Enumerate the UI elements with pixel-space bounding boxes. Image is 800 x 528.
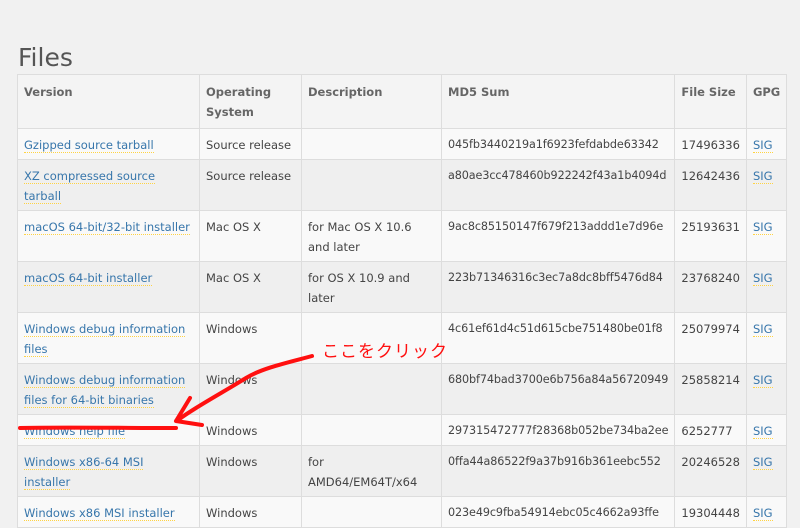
table-row: Gzipped source tarball Source release 045f… xyxy=(18,129,787,160)
md5-cell: a80ae3cc478460b922242f43a1b4094d xyxy=(442,160,675,211)
os-cell: Mac OS X xyxy=(200,262,302,313)
header-version: Version xyxy=(18,75,200,129)
os-cell: Source release xyxy=(200,160,302,211)
gpg-link[interactable]: SIG xyxy=(753,138,773,153)
gpg-cell: SIG xyxy=(746,415,786,446)
size-cell: 25193631 xyxy=(675,211,747,262)
os-cell: Windows xyxy=(200,364,302,415)
version-link[interactable]: macOS 64-bit installer xyxy=(24,271,152,286)
version-cell: macOS 64-bit installer xyxy=(18,262,200,313)
description-cell xyxy=(302,497,442,528)
size-cell: 25079974 xyxy=(675,313,747,364)
md5-cell: 223b71346316c3ec7a8dc8bff5476d84 xyxy=(442,262,675,313)
gpg-cell: SIG xyxy=(746,262,786,313)
md5-cell: 0ffa44a86522f9a37b916b361eebc552 xyxy=(442,446,675,497)
description-cell xyxy=(302,364,442,415)
header-gpg: GPG xyxy=(746,75,786,129)
size-cell: 19304448 xyxy=(675,497,747,528)
table-header-row: Version Operating System Description MD5… xyxy=(18,75,787,129)
version-cell: Gzipped source tarball xyxy=(18,129,200,160)
description-cell: for AMD64/EM64T/x64 xyxy=(302,446,442,497)
gpg-link[interactable]: SIG xyxy=(753,271,773,286)
version-cell: Windows x86 MSI installer xyxy=(18,497,200,528)
header-md5-sum: MD5 Sum xyxy=(442,75,675,129)
size-cell: 17496336 xyxy=(675,129,747,160)
table-row: macOS 64-bit/32-bit installer Mac OS Xfor… xyxy=(18,211,787,262)
header-file-size: File Size xyxy=(675,75,747,129)
version-link[interactable]: Windows help file xyxy=(24,424,125,439)
size-cell: 25858214 xyxy=(675,364,747,415)
description-cell xyxy=(302,415,442,446)
version-link[interactable]: Windows x86 MSI installer xyxy=(24,506,175,521)
os-cell: Windows xyxy=(200,446,302,497)
os-cell: Source release xyxy=(200,129,302,160)
table-row: Windows debug information files for 64-b… xyxy=(18,364,787,415)
version-cell: XZ compressed source tarball xyxy=(18,160,200,211)
os-cell: Mac OS X xyxy=(200,211,302,262)
md5-cell: 4c61ef61d4c51d615cbe751480be01f8 xyxy=(442,313,675,364)
table-row: Windows x86-64 MSI installer Windowsfor A… xyxy=(18,446,787,497)
gpg-cell: SIG xyxy=(746,211,786,262)
description-cell xyxy=(302,160,442,211)
version-link[interactable]: XZ compressed source tarball xyxy=(24,169,155,204)
page-title: Files xyxy=(18,43,73,72)
gpg-cell: SIG xyxy=(746,446,786,497)
gpg-cell: SIG xyxy=(746,364,786,415)
description-cell: for OS X 10.9 and later xyxy=(302,262,442,313)
files-table: Version Operating System Description MD5… xyxy=(17,74,787,528)
gpg-link[interactable]: SIG xyxy=(753,373,773,388)
gpg-cell: SIG xyxy=(746,129,786,160)
annotation-text: ここをクリック xyxy=(322,337,448,362)
version-link[interactable]: Windows x86-64 MSI installer xyxy=(24,455,143,490)
md5-cell: 045fb3440219a1f6923fefdabde63342 xyxy=(442,129,675,160)
header-description: Description xyxy=(302,75,442,129)
version-link[interactable]: Windows debug information files xyxy=(24,322,185,357)
gpg-cell: SIG xyxy=(746,160,786,211)
size-cell: 12642436 xyxy=(675,160,747,211)
table-row: Windows x86 MSI installer Windows 023e49c9… xyxy=(18,497,787,528)
version-cell: Windows help file xyxy=(18,415,200,446)
size-cell: 6252777 xyxy=(675,415,747,446)
version-cell: Windows debug information files xyxy=(18,313,200,364)
gpg-cell: SIG xyxy=(746,313,786,364)
version-link[interactable]: Windows debug information files for 64-b… xyxy=(24,373,185,408)
os-cell: Windows xyxy=(200,313,302,364)
gpg-link[interactable]: SIG xyxy=(753,169,773,184)
description-cell xyxy=(302,129,442,160)
table-row: XZ compressed source tarball Source relea… xyxy=(18,160,787,211)
version-cell: Windows x86-64 MSI installer xyxy=(18,446,200,497)
md5-cell: 9ac8c85150147f679f213addd1e7d96e xyxy=(442,211,675,262)
os-cell: Windows xyxy=(200,415,302,446)
gpg-link[interactable]: SIG xyxy=(753,424,773,439)
gpg-link[interactable]: SIG xyxy=(753,506,773,521)
version-link[interactable]: Gzipped source tarball xyxy=(24,138,154,153)
gpg-link[interactable]: SIG xyxy=(753,455,773,470)
description-cell: for Mac OS X 10.6 and later xyxy=(302,211,442,262)
header-operating-system: Operating System xyxy=(200,75,302,129)
os-cell: Windows xyxy=(200,497,302,528)
version-cell: macOS 64-bit/32-bit installer xyxy=(18,211,200,262)
size-cell: 23768240 xyxy=(675,262,747,313)
gpg-link[interactable]: SIG xyxy=(753,220,773,235)
gpg-link[interactable]: SIG xyxy=(753,322,773,337)
md5-cell: 297315472777f28368b052be734ba2ee xyxy=(442,415,675,446)
md5-cell: 680bf74bad3700e6b756a84a56720949 xyxy=(442,364,675,415)
gpg-cell: SIG xyxy=(746,497,786,528)
version-link[interactable]: macOS 64-bit/32-bit installer xyxy=(24,220,190,235)
size-cell: 20246528 xyxy=(675,446,747,497)
table-row: macOS 64-bit installer Mac OS Xfor OS X 1… xyxy=(18,262,787,313)
md5-cell: 023e49c9fba54914ebc05c4662a93ffe xyxy=(442,497,675,528)
version-cell: Windows debug information files for 64-b… xyxy=(18,364,200,415)
table-row: Windows help file Windows 297315472777f283… xyxy=(18,415,787,446)
